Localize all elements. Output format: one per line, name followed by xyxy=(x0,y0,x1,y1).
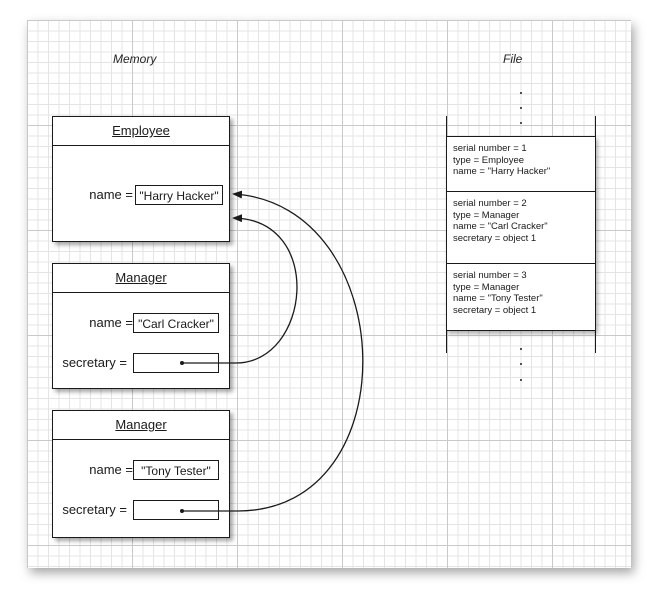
file-rail-left-bottom xyxy=(446,331,448,353)
class-name-header: Employee xyxy=(53,117,229,146)
class-name-header: Manager xyxy=(53,264,229,293)
file-rail-right-bottom xyxy=(595,331,597,353)
ellipsis-dot xyxy=(520,363,522,365)
field-value-secretary xyxy=(133,353,219,373)
record-line: type = Manager xyxy=(453,209,520,221)
file-rail-left-top xyxy=(446,116,448,136)
ellipsis-dot xyxy=(520,92,522,94)
ellipsis-dot xyxy=(520,122,522,124)
file-title: File xyxy=(503,52,523,66)
file-panel: serial number = 1 type = Employee name =… xyxy=(446,136,596,331)
diagram-canvas: Memory File Employee name = "Harry Hacke… xyxy=(0,0,666,600)
field-label-secretary: secretary = xyxy=(62,355,127,370)
ellipsis-dot xyxy=(520,379,522,381)
class-name: Manager xyxy=(115,417,167,432)
field-value-name: "Harry Hacker" xyxy=(135,185,223,205)
record-line: name = "Harry Hacker" xyxy=(453,166,551,177)
class-name-header: Manager xyxy=(53,411,229,440)
file-rail-right-top xyxy=(595,116,597,136)
record-line: type = Employee xyxy=(453,154,525,166)
manager-object-carl: Manager name = "Carl Cracker" secretary … xyxy=(52,263,230,389)
record-line: serial number = 1 xyxy=(453,143,527,154)
field-value-name: "Tony Tester" xyxy=(133,460,219,480)
file-record-2: serial number = 2 type = Manager name = … xyxy=(447,191,595,263)
record-line: serial number = 2 xyxy=(453,198,527,209)
class-name: Manager xyxy=(115,270,167,285)
file-record-3: serial number = 3 type = Manager name = … xyxy=(447,263,595,332)
record-line: name = "Carl Cracker" xyxy=(453,221,548,232)
field-value-name: "Carl Cracker" xyxy=(133,313,219,333)
ellipsis-dot xyxy=(520,107,522,109)
file-record-1: serial number = 1 type = Employee name =… xyxy=(447,137,595,191)
field-label-name: name = xyxy=(89,315,133,330)
memory-title: Memory xyxy=(113,52,157,66)
field-value-secretary xyxy=(133,500,219,520)
record-line: type = Manager xyxy=(453,281,520,293)
ellipsis-dot xyxy=(520,348,522,350)
record-line: name = "Tony Tester" xyxy=(453,293,543,304)
manager-object-tony: Manager name = "Tony Tester" secretary = xyxy=(52,410,230,538)
record-line: secretary = object 1 xyxy=(453,304,537,316)
field-label-name: name = xyxy=(89,187,133,202)
field-label-name: name = xyxy=(89,462,133,477)
class-name: Employee xyxy=(112,123,170,138)
employee-object: Employee name = "Harry Hacker" xyxy=(52,116,230,242)
record-line: secretary = object 1 xyxy=(453,232,537,244)
record-line: serial number = 3 xyxy=(453,270,527,281)
field-label-secretary: secretary = xyxy=(62,502,127,517)
